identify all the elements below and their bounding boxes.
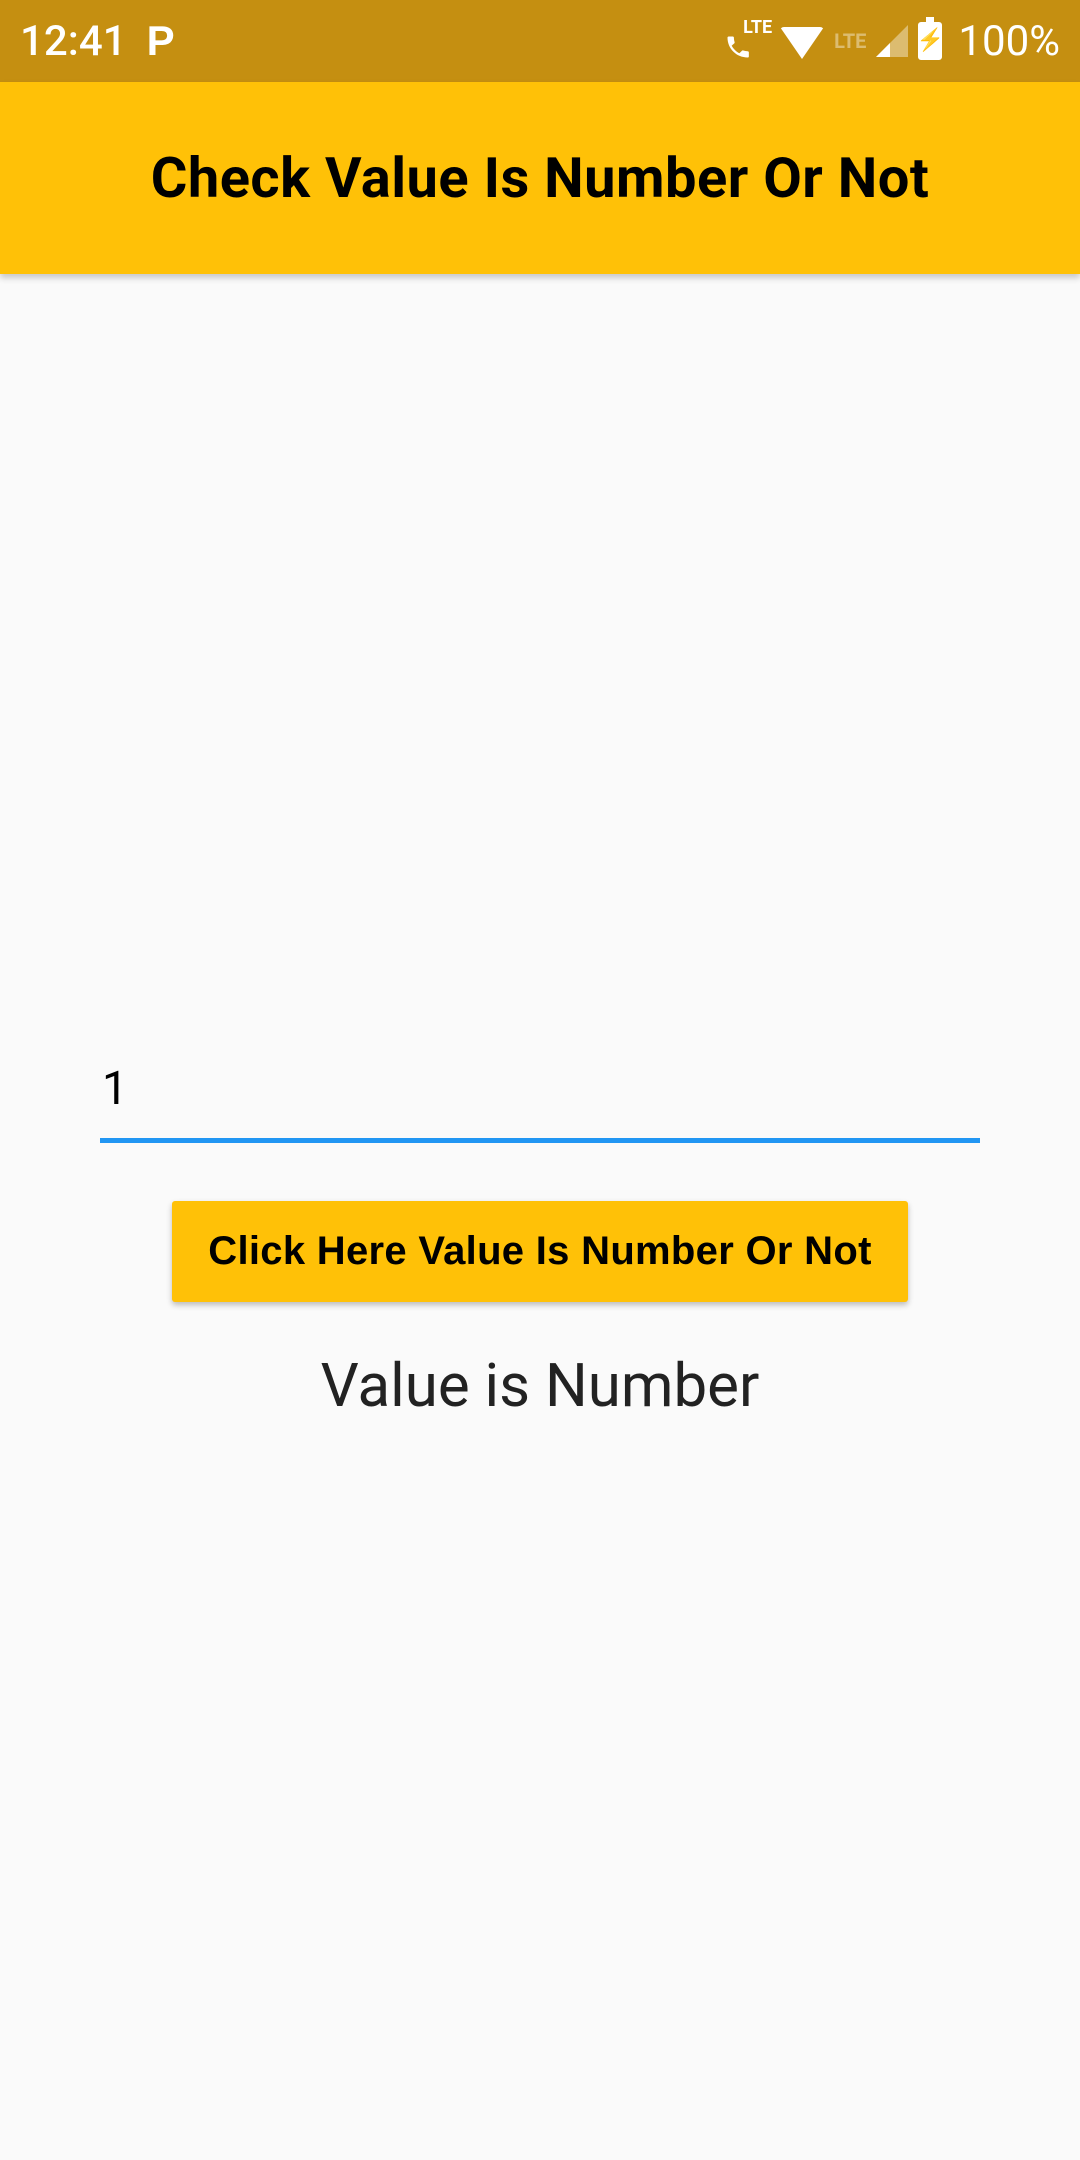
status-bar: 12:41 P LTE LTE ⚡ 100%: [0, 0, 1080, 82]
result-text: Value is Number: [321, 1350, 760, 1421]
input-container: [100, 1054, 980, 1143]
app-bar: Check Value Is Number Or Not: [0, 82, 1080, 274]
check-button[interactable]: Click Here Value Is Number Or Not: [172, 1201, 907, 1302]
battery-charging-icon: ⚡: [918, 22, 942, 60]
status-left: 12:41 P: [20, 17, 175, 66]
p-icon: P: [147, 17, 175, 65]
cellular-signal-icon: [876, 25, 908, 57]
cellular-signal-fill: [876, 43, 890, 57]
volte-call-icon: LTE: [724, 21, 770, 61]
lte-dim-label: LTE: [834, 29, 866, 53]
app-bar-title: Check Value Is Number Or Not: [151, 145, 930, 211]
value-input[interactable]: [100, 1054, 980, 1143]
phone-icon: [724, 33, 752, 61]
main-content: Click Here Value Is Number Or Not Value …: [0, 274, 1080, 1421]
battery-percentage: 100%: [958, 17, 1060, 66]
bolt-icon: ⚡: [917, 30, 944, 52]
status-right: LTE LTE ⚡ 100%: [724, 17, 1060, 66]
wifi-icon: [780, 27, 824, 59]
status-time: 12:41: [20, 17, 127, 66]
